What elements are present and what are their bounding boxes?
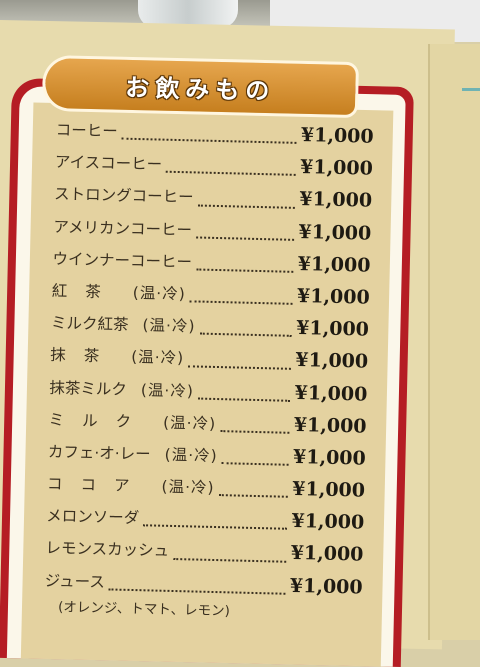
menu-title: お飲みもの bbox=[125, 73, 276, 105]
item-price: ¥1,000 bbox=[291, 510, 365, 534]
facing-page-mark bbox=[462, 88, 480, 91]
item-price: ¥1,000 bbox=[292, 477, 366, 502]
item-name: アイスコーヒー bbox=[54, 153, 163, 174]
leader-dots bbox=[188, 363, 292, 370]
leader-dots bbox=[195, 235, 295, 241]
item-price: ¥1,000 bbox=[289, 574, 363, 599]
item-price: ¥1,000 bbox=[297, 252, 371, 277]
menu-title-badge: お飲みもの bbox=[44, 58, 356, 116]
item-name: カフェ·オ·レー bbox=[47, 442, 151, 464]
leader-dots bbox=[197, 396, 291, 402]
leader-dots bbox=[221, 461, 289, 466]
leader-dots bbox=[172, 556, 287, 563]
item-name: ジュース bbox=[44, 571, 106, 591]
item-price: ¥1,000 bbox=[299, 156, 374, 180]
item-price: ¥1,000 bbox=[300, 123, 374, 148]
item-name: コーヒー bbox=[55, 120, 118, 141]
item-temperature-note: (温·冷) bbox=[162, 413, 217, 433]
item-name: レモンスカッシュ bbox=[45, 539, 170, 561]
leader-dots bbox=[108, 587, 286, 595]
item-name: ストロングコーヒー bbox=[53, 185, 194, 207]
item-name: 抹茶ミルク bbox=[49, 378, 128, 399]
item-price: ¥1,000 bbox=[292, 445, 367, 470]
leader-dots bbox=[121, 136, 297, 145]
item-temperature-note: (温·冷) bbox=[161, 477, 215, 498]
leader-dots bbox=[219, 428, 290, 434]
item-name: ミルク紅茶 bbox=[50, 314, 129, 334]
item-name: 紅茶 bbox=[51, 281, 119, 302]
menu-facing-page bbox=[428, 44, 480, 640]
item-temperature-note: (温·冷) bbox=[130, 348, 185, 368]
leader-dots bbox=[143, 523, 288, 531]
item-price: ¥1,000 bbox=[294, 381, 368, 406]
leader-dots bbox=[199, 331, 293, 338]
item-temperature-note: (温·冷) bbox=[140, 380, 195, 400]
leader-dots bbox=[197, 203, 296, 209]
item-name: ウインナーコーヒー bbox=[52, 249, 193, 272]
item-price: ¥1,000 bbox=[299, 188, 373, 213]
leader-dots bbox=[189, 299, 293, 305]
leader-dots bbox=[165, 170, 297, 177]
item-price: ¥1,000 bbox=[295, 317, 370, 341]
leader-dots bbox=[195, 267, 294, 273]
drink-list: コーヒー ¥1,000 アイスコーヒー ¥1,000 ストロングコーヒー ¥1,… bbox=[44, 118, 374, 622]
item-price: ¥1,000 bbox=[290, 542, 364, 567]
item-price: ¥1,000 bbox=[298, 220, 372, 245]
item-name: アメリカンコーヒー bbox=[53, 217, 193, 239]
item-name: ミルク bbox=[48, 410, 150, 432]
item-temperature-note: (温·冷) bbox=[164, 445, 218, 465]
item-temperature-note: (温·冷) bbox=[132, 283, 187, 304]
item-temperature-note: (温·冷) bbox=[142, 316, 196, 336]
item-name: ココア bbox=[46, 474, 148, 496]
item-name: 抹茶 bbox=[49, 346, 118, 366]
item-price: ¥1,000 bbox=[295, 349, 369, 374]
item-price: ¥1,000 bbox=[293, 413, 367, 438]
item-name: メロンソーダ bbox=[46, 507, 140, 528]
item-price: ¥1,000 bbox=[296, 284, 370, 309]
leader-dots bbox=[218, 493, 289, 499]
